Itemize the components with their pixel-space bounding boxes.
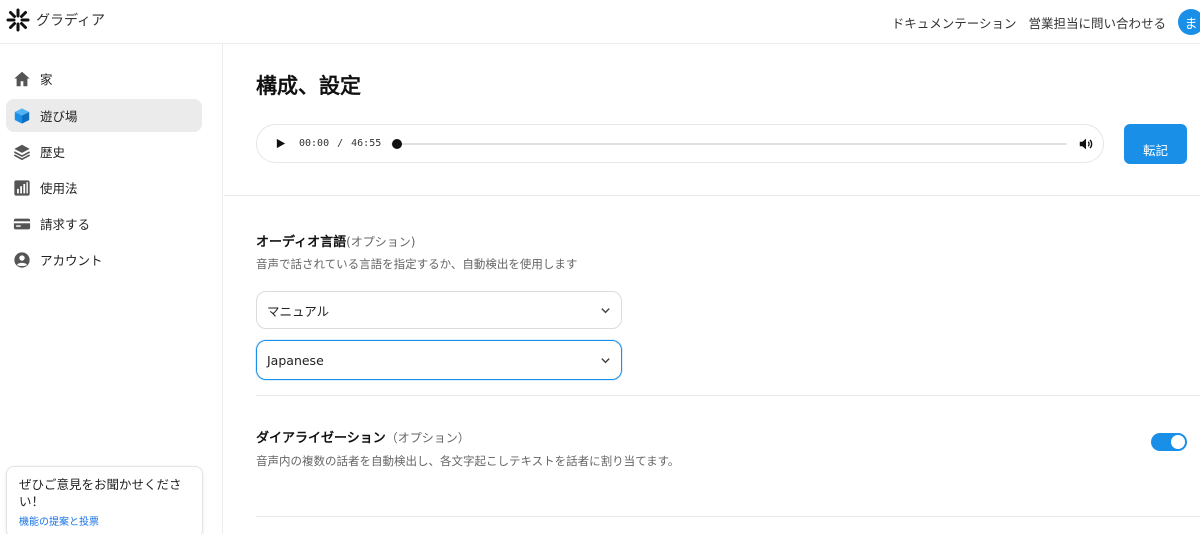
audio-language-description: 音声で話されている言語を指定するか、自動検出を使用します xyxy=(256,257,578,271)
play-button[interactable] xyxy=(273,137,287,151)
language-value: Japanese xyxy=(267,352,324,368)
logo-icon xyxy=(6,8,30,32)
diarization-title: ダイアライゼーション（オプション） xyxy=(256,427,470,446)
user-circle-icon xyxy=(12,250,32,270)
section-divider xyxy=(256,516,1200,517)
sidebar-item-account[interactable]: アカウント xyxy=(6,243,202,276)
current-time: 00:00 xyxy=(299,138,330,149)
audio-language-title: オーディオ言語(オプション) xyxy=(256,231,415,250)
sidebar-item-label: 遊び場 xyxy=(40,109,78,124)
sidebar-item-history[interactable]: 歴史 xyxy=(6,135,202,168)
cube-icon xyxy=(12,106,32,126)
optional-label: （オプション） xyxy=(385,431,470,445)
language-mode-select[interactable]: マニュアル xyxy=(256,291,622,329)
avatar[interactable]: ま xyxy=(1178,9,1200,35)
feedback-text: ぜひご意見をお聞かせください！ xyxy=(19,477,182,509)
layers-icon xyxy=(12,142,32,162)
sidebar-item-usage[interactable]: 使用法 xyxy=(6,171,202,204)
duration: 46:55 xyxy=(351,138,382,149)
seek-bar[interactable] xyxy=(391,137,1068,151)
bar-chart-icon xyxy=(12,178,32,198)
seek-track xyxy=(391,142,1068,145)
top-nav: ドキュメンテーション 営業担当に問い合わせる ま xyxy=(892,0,1200,44)
credit-card-icon xyxy=(12,214,32,234)
audio-language-label: オーディオ言語 xyxy=(256,235,347,250)
play-icon xyxy=(276,138,285,149)
seek-thumb[interactable] xyxy=(392,138,403,149)
sidebar-item-label: アカウント xyxy=(40,253,103,268)
diarization-description: 音声内の複数の話者を自動検出し、各文字起こしテキストを話者に割り当てます。 xyxy=(256,454,680,468)
sidebar-item-playground[interactable]: 遊び場 xyxy=(6,99,202,132)
chevron-down-icon xyxy=(599,304,611,316)
optional-label: (オプション) xyxy=(346,235,416,249)
diarization-toggle[interactable] xyxy=(1151,433,1187,451)
language-mode-value: マニュアル xyxy=(267,303,330,319)
sidebar-item-label: 家 xyxy=(40,72,53,87)
volume-button[interactable] xyxy=(1077,135,1095,153)
toggle-knob xyxy=(1171,435,1185,449)
diarization-label: ダイアライゼーション xyxy=(256,431,386,446)
page-title: 構成、設定 xyxy=(256,74,361,98)
time-separator: / xyxy=(337,138,344,149)
language-select[interactable]: Japanese xyxy=(256,340,622,380)
home-icon xyxy=(12,69,32,89)
nav-documentation-link[interactable]: ドキュメンテーション xyxy=(892,13,1017,32)
transcribe-button[interactable]: 転記 xyxy=(1124,124,1187,164)
nav-contact-sales-link[interactable]: 営業担当に問い合わせる xyxy=(1028,13,1166,32)
sidebar-item-home[interactable]: 家 xyxy=(6,62,202,95)
sidebar: 家 遊び場 歴史 使用法 請求する アカウント ぜひご意見をお聞かせください！ … xyxy=(0,44,223,534)
sidebar-item-label: 使用法 xyxy=(40,181,78,196)
main-content: 構成、設定 00:00 / 46:55 転記 オーディオ言語(オプション) 音声で話… xyxy=(224,44,1200,534)
section-divider xyxy=(224,195,1200,196)
chevron-down-icon xyxy=(599,354,611,366)
sidebar-item-label: 請求する xyxy=(40,217,91,232)
top-bar: グラディア ドキュメンテーション 営業担当に問い合わせる ま xyxy=(0,0,1200,44)
volume-icon xyxy=(1080,138,1093,149)
time-readout: 00:00 / 46:55 xyxy=(299,138,381,149)
brand[interactable]: グラディア xyxy=(6,8,105,32)
feature-request-link[interactable]: 機能の提案と投票 xyxy=(19,513,99,528)
brand-name: グラディア xyxy=(36,13,106,29)
feedback-card: ぜひご意見をお聞かせください！ 機能の提案と投票 xyxy=(6,466,203,534)
sidebar-item-label: 歴史 xyxy=(40,145,66,160)
section-divider xyxy=(256,395,1200,396)
sidebar-item-billing[interactable]: 請求する xyxy=(6,207,202,240)
audio-player: 00:00 / 46:55 xyxy=(256,124,1104,163)
